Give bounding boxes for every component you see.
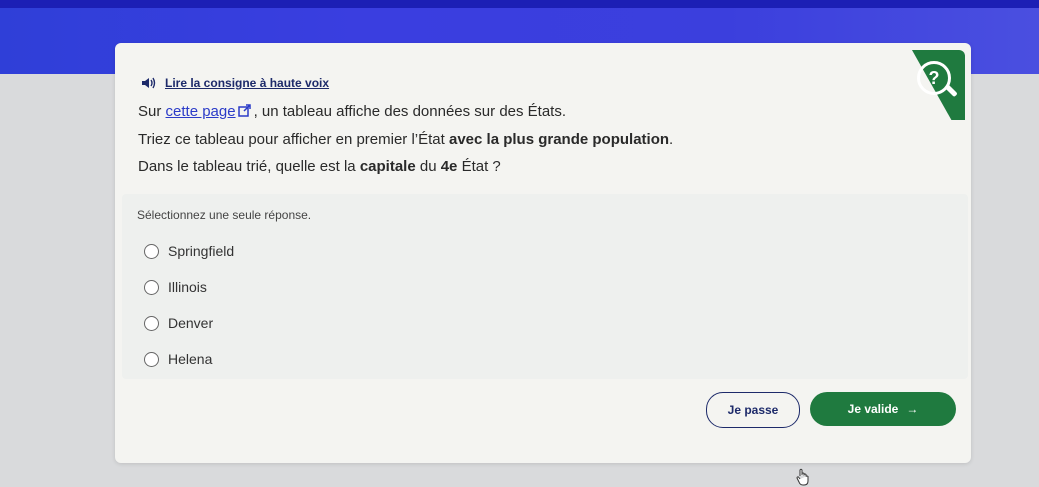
arrow-right-icon: → bbox=[906, 402, 919, 416]
speaker-icon bbox=[142, 77, 156, 89]
read-aloud-button[interactable]: Lire la consigne à haute voix bbox=[141, 76, 329, 90]
skip-button[interactable]: Je passe bbox=[706, 392, 800, 428]
question-line-3: Dans le tableau trié, quelle est la capi… bbox=[138, 158, 501, 175]
answer-option[interactable]: Helena bbox=[144, 351, 212, 367]
answer-label: Springfield bbox=[168, 243, 235, 259]
validate-button[interactable]: Je valide → bbox=[810, 392, 956, 426]
question-line-1: Sur cette page , un tableau affiche des … bbox=[138, 103, 566, 120]
hand-cursor-icon bbox=[796, 468, 809, 486]
question-text: Triez ce tableau pour afficher en premie… bbox=[138, 131, 449, 148]
answer-option[interactable]: Illinois bbox=[144, 279, 207, 295]
read-aloud-label: Lire la consigne à haute voix bbox=[165, 76, 330, 90]
radio-button[interactable] bbox=[144, 279, 159, 295]
radio-button[interactable] bbox=[144, 243, 159, 259]
answer-instruction: Sélectionnez une seule réponse. bbox=[137, 208, 312, 222]
radio-button[interactable] bbox=[144, 315, 159, 331]
question-line-2: Triez ce tableau pour afficher en premie… bbox=[138, 131, 673, 148]
question-text: Dans le tableau trié, quelle est la bbox=[138, 158, 360, 175]
question-emphasis: capitale bbox=[359, 158, 416, 175]
question-text: , un tableau affiche des données sur des… bbox=[253, 103, 567, 120]
validate-label: Je valide bbox=[847, 402, 899, 416]
answer-label: Helena bbox=[168, 351, 213, 367]
external-link-icon[interactable] bbox=[237, 104, 251, 117]
answer-option[interactable]: Springfield bbox=[144, 243, 234, 259]
question-emphasis: 4e bbox=[440, 158, 458, 175]
external-page-link[interactable]: cette page bbox=[166, 103, 236, 120]
question-text: . bbox=[669, 131, 674, 148]
question-text: Sur bbox=[138, 103, 166, 120]
answer-option[interactable]: Denver bbox=[144, 315, 213, 331]
question-emphasis: avec la plus grande population bbox=[449, 131, 670, 148]
question-text: du bbox=[415, 158, 441, 175]
radio-button[interactable] bbox=[144, 351, 159, 367]
question-text: État ? bbox=[457, 158, 501, 175]
answer-label: Illinois bbox=[168, 279, 207, 295]
answer-label: Denver bbox=[168, 315, 214, 331]
